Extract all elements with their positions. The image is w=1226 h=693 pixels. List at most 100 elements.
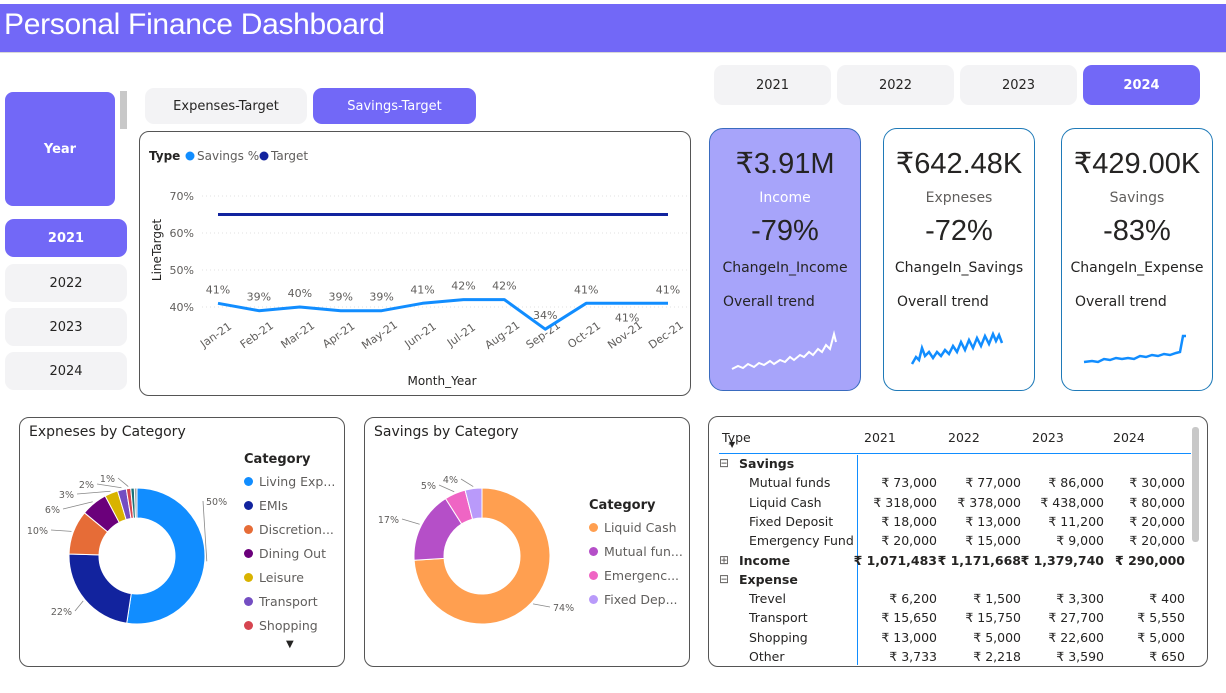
kpi-card-savings[interactable]: ₹429.00K Savings -83% ChangeIn_Expense O… [1061,128,1213,391]
y-tick-label: 70% [170,190,194,203]
matrix-cell: ₹ 400 [1149,591,1185,607]
savings-target-button[interactable]: Savings-Target [313,88,476,124]
leader-line [76,490,111,495]
legend-label: Discretion... [259,521,334,537]
x-tick-label: Jul-21 [444,321,478,350]
matrix-cell: ₹ 18,000 [881,513,937,529]
slicer-scrollbar[interactable] [120,91,127,129]
matrix-cell: ₹ 2,218 [973,649,1021,664]
line-chart-svg: Type Savings % Target 40% 50% 60% 70% Jan-2… [149,149,688,388]
x-tick-label: Mar-21 [279,319,318,351]
savings-donut-chart: 74% 17% 5% 4% [378,475,574,625]
matrix-group-row: ⊟ Savings [719,456,1199,475]
year-button-label: 2024 [1123,77,1160,93]
slicer-item-2022[interactable]: 2022 [5,264,127,302]
legend-savings-label[interactable]: Savings % [197,149,259,163]
matrix-header-2022[interactable]: 2022 [948,430,980,445]
page-title: Personal Finance Dashboard [4,8,385,41]
expenses-legend-item[interactable]: EMIs [244,493,335,517]
data-label: 41% [206,283,230,296]
kpi-change-label: ChangeIn_Expense [1070,260,1204,276]
leader-line [401,518,420,525]
donut-data-label: 22% [51,607,72,618]
matrix-header-2024[interactable]: 2024 [1113,430,1145,445]
expenses-legend-item[interactable]: Shopping [244,613,335,637]
savings-legend-item[interactable]: Liquid Cash [589,515,683,539]
expenses-legend-item[interactable]: Leisure [244,565,335,589]
matrix-header-2021[interactable]: 2021 [864,430,896,445]
matrix-row-label: Income [739,552,791,568]
sort-desc-icon: ▼ [729,440,736,449]
slicer-item-2024[interactable]: 2024 [5,352,127,390]
matrix-row: Shopping ₹ 13,000 ₹ 5,000 ₹ 22,600 ₹ 5,000 [719,630,1199,649]
kpi-card-expenses[interactable]: ₹642.48K Expneses -72% ChangeIn_Savings … [883,128,1035,391]
expenses-legend-item[interactable]: Living Exp... [244,469,335,493]
finance-matrix: Type ▼ 2021 2022 2023 2024 ⊟ Savings Mutua… [708,416,1208,667]
matrix-cell: ₹ 6,200 [889,591,937,607]
expenses-donut-chart: 50% 22% 10% 6% 3% 2% 1% [27,474,227,625]
expenses-legend-item[interactable]: Dining Out [244,541,335,565]
matrix-cell: ₹ 13,000 [881,629,937,645]
year-button-label: 2023 [1001,77,1036,93]
legend-target-label[interactable]: Target [270,149,308,163]
collapse-icon[interactable]: ⊟ [719,456,729,470]
matrix-header-type[interactable]: Type [722,430,751,445]
expand-icon[interactable]: ⊞ [719,553,729,567]
donut-data-label: 2% [79,480,94,491]
expenses-legend-item[interactable]: Transport [244,589,335,613]
matrix-cell: ₹ 86,000 [1048,475,1104,491]
matrix-row-label: Shopping [749,629,808,645]
expenses-panel-title: Expneses by Category [29,424,186,440]
year-button-label: 2021 [755,77,790,93]
savings-legend-item[interactable]: Mutual fun... [589,539,683,563]
savings-legend: Category Liquid Cash Mutual fun... Emergen… [589,498,683,611]
legend-label: EMIs [259,497,288,513]
donut-data-label: 17% [378,515,399,526]
x-tick-label: Aug-21 [482,318,522,351]
year-button-2021[interactable]: 2021 [714,65,831,105]
year-button-2023[interactable]: 2023 [960,65,1077,105]
leader-line [117,477,129,487]
data-label: 42% [451,280,475,293]
savings-legend-item[interactable]: Emergenc... [589,563,683,587]
matrix-cell: ₹ 20,000 [1129,533,1185,549]
collapse-icon[interactable]: ⊟ [719,572,729,586]
expenses-target-button[interactable]: Expenses-Target [145,88,307,124]
expenses-legend-item[interactable]: Discretion... [244,517,335,541]
legend-label: Shopping [259,617,318,633]
data-label: 41% [410,283,434,296]
slicer-item-label: 2022 [49,275,83,291]
legend-dot [589,546,598,556]
matrix-scrollbar[interactable] [1192,427,1199,542]
year-button-2022[interactable]: 2022 [837,65,954,105]
matrix-cell: ₹ 30,000 [1129,475,1185,491]
kpi-value: ₹3.91M [735,148,835,180]
matrix-cell: ₹ 73,000 [881,475,937,491]
matrix-group-row: ⊞ Income ₹ 1,071,483 ₹ 1,171,668 ₹ 1,379,740… [719,553,1199,572]
matrix-row: Fixed Deposit ₹ 18,000 ₹ 13,000 ₹ 11,200 ₹ 2… [719,514,1199,533]
kpi-card-income[interactable]: ₹3.91M Income -79% ChangeIn_Income Overa… [709,128,861,391]
matrix-header-2023[interactable]: 2023 [1032,430,1064,445]
slicer-item-2021[interactable]: 2021 [5,219,127,257]
x-tick-label: Jan-21 [197,320,234,351]
data-label: 39% [369,291,393,304]
donut-slice[interactable] [126,487,206,625]
expenses-legend: Category Living Exp... EMIs Discretion... D… [244,452,335,650]
legend-label: Leisure [259,569,304,585]
legend-dot [244,572,253,582]
matrix-cell: ₹ 1,500 [973,591,1021,607]
title-divider [0,52,1226,53]
donut-slice[interactable] [68,553,132,624]
legend-scroll-down-icon[interactable]: ▼ [286,639,335,650]
savings-legend-item[interactable]: Fixed Dep... [589,587,683,611]
donut-data-label: 4% [443,475,458,486]
x-tick-label: Oct-21 [565,319,603,351]
slicer-item-2023[interactable]: 2023 [5,308,127,346]
leader-line [438,484,455,493]
data-label: 39% [329,291,353,304]
year-button-2024[interactable]: 2024 [1083,65,1200,105]
y-tick-label: 50% [170,264,194,277]
matrix-cell: ₹ 1,379,740 [1020,552,1104,568]
savings-target-label: Savings-Target [347,98,442,114]
savings-series-line [217,298,668,331]
